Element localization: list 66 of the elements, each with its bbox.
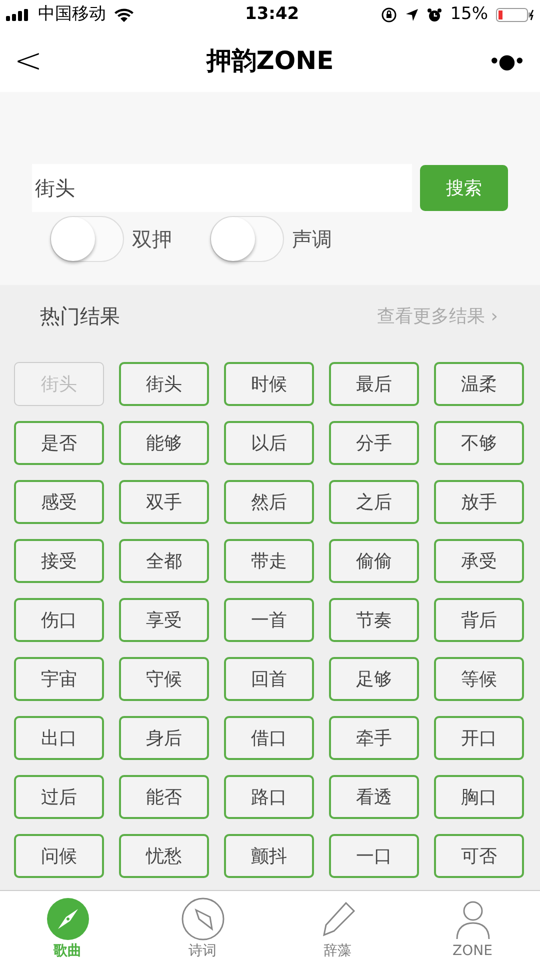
word-chip[interactable]: 享受 — [119, 598, 209, 642]
word-chip[interactable]: 不够 — [434, 421, 524, 465]
toggle-label: 双押 — [132, 226, 172, 253]
word-chip[interactable]: 守候 — [119, 657, 209, 701]
word-chip[interactable]: 身后 — [119, 716, 209, 760]
toggle-switch[interactable] — [50, 216, 124, 262]
word-chip[interactable]: 一口 — [329, 834, 419, 878]
word-chip[interactable]: 看透 — [329, 775, 419, 819]
word-chip[interactable]: 出口 — [14, 716, 104, 760]
battery-percent: 15% — [450, 3, 488, 26]
tab-bar-item[interactable]: 诗词 — [135, 891, 270, 960]
back-button[interactable]: < — [14, 44, 54, 78]
word-chip[interactable]: 过后 — [14, 775, 104, 819]
toggle-label: 声调 — [292, 226, 332, 253]
word-chip[interactable]: 问候 — [14, 834, 104, 878]
word-chip[interactable]: 分手 — [329, 421, 419, 465]
word-chip[interactable]: 放手 — [434, 480, 524, 524]
word-chip[interactable]: 以后 — [224, 421, 314, 465]
tab-bar-item[interactable]: 辞藻 — [270, 891, 405, 960]
wifi-icon — [114, 8, 134, 22]
search-field[interactable]: 街头 — [32, 164, 412, 212]
word-chip[interactable]: 温柔 — [434, 362, 524, 406]
compass-icon — [46, 897, 90, 941]
word-chip[interactable]: 节奏 — [329, 598, 419, 642]
word-chip[interactable]: 偷偷 — [329, 539, 419, 583]
carrier-name: 中国移动 — [38, 3, 106, 26]
word-chip[interactable]: 伤口 — [14, 598, 104, 642]
clock-time: 13:42 — [245, 3, 300, 26]
tab-bar-item[interactable]: ZONE — [405, 891, 540, 960]
word-chip[interactable]: 时候 — [224, 362, 314, 406]
word-chip[interactable]: 颤抖 — [224, 834, 314, 878]
word-chip[interactable]: 双手 — [119, 480, 209, 524]
word-chip[interactable]: 能够 — [119, 421, 209, 465]
location-arrow-icon — [405, 8, 420, 22]
word-chip[interactable]: 路口 — [224, 775, 314, 819]
word-chip[interactable]: 牵手 — [329, 716, 419, 760]
word-chip[interactable]: 然后 — [224, 480, 314, 524]
rotation-lock-icon — [381, 7, 398, 23]
toggle-switch[interactable] — [210, 216, 284, 262]
word-chip[interactable]: 最后 — [329, 362, 419, 406]
battery-icon — [496, 7, 534, 23]
word-chip[interactable]: 借口 — [224, 716, 314, 760]
word-chip[interactable]: 是否 — [14, 421, 104, 465]
alarm-icon — [427, 8, 442, 22]
word-chip[interactable]: 忧愁 — [119, 834, 209, 878]
compass-icon — [180, 897, 224, 941]
word-chip[interactable]: 街头 — [119, 362, 209, 406]
word-chip[interactable]: 回首 — [224, 657, 314, 701]
word-chip[interactable]: 宇宙 — [14, 657, 104, 701]
word-chip[interactable]: 足够 — [329, 657, 419, 701]
word-chip[interactable]: 胸口 — [434, 775, 524, 819]
word-chip[interactable]: 等候 — [434, 657, 524, 701]
word-chip[interactable]: 承受 — [434, 539, 524, 583]
page-title: 押韵ZONE — [206, 45, 334, 78]
word-chip[interactable]: 全都 — [119, 539, 209, 583]
word-chip[interactable]: 开口 — [434, 716, 524, 760]
more-button[interactable]: •●• — [486, 51, 526, 71]
word-chip[interactable]: 可否 — [434, 834, 524, 878]
word-chip[interactable]: 感受 — [14, 480, 104, 524]
word-chip[interactable]: 能否 — [119, 775, 209, 819]
word-chip[interactable]: 一首 — [224, 598, 314, 642]
word-chip[interactable]: 接受 — [14, 539, 104, 583]
word-chip[interactable]: 背后 — [434, 598, 524, 642]
word-chip[interactable]: 带走 — [224, 539, 314, 583]
word-chip[interactable]: 之后 — [329, 480, 419, 524]
section-title: 热门结果 — [40, 303, 120, 330]
